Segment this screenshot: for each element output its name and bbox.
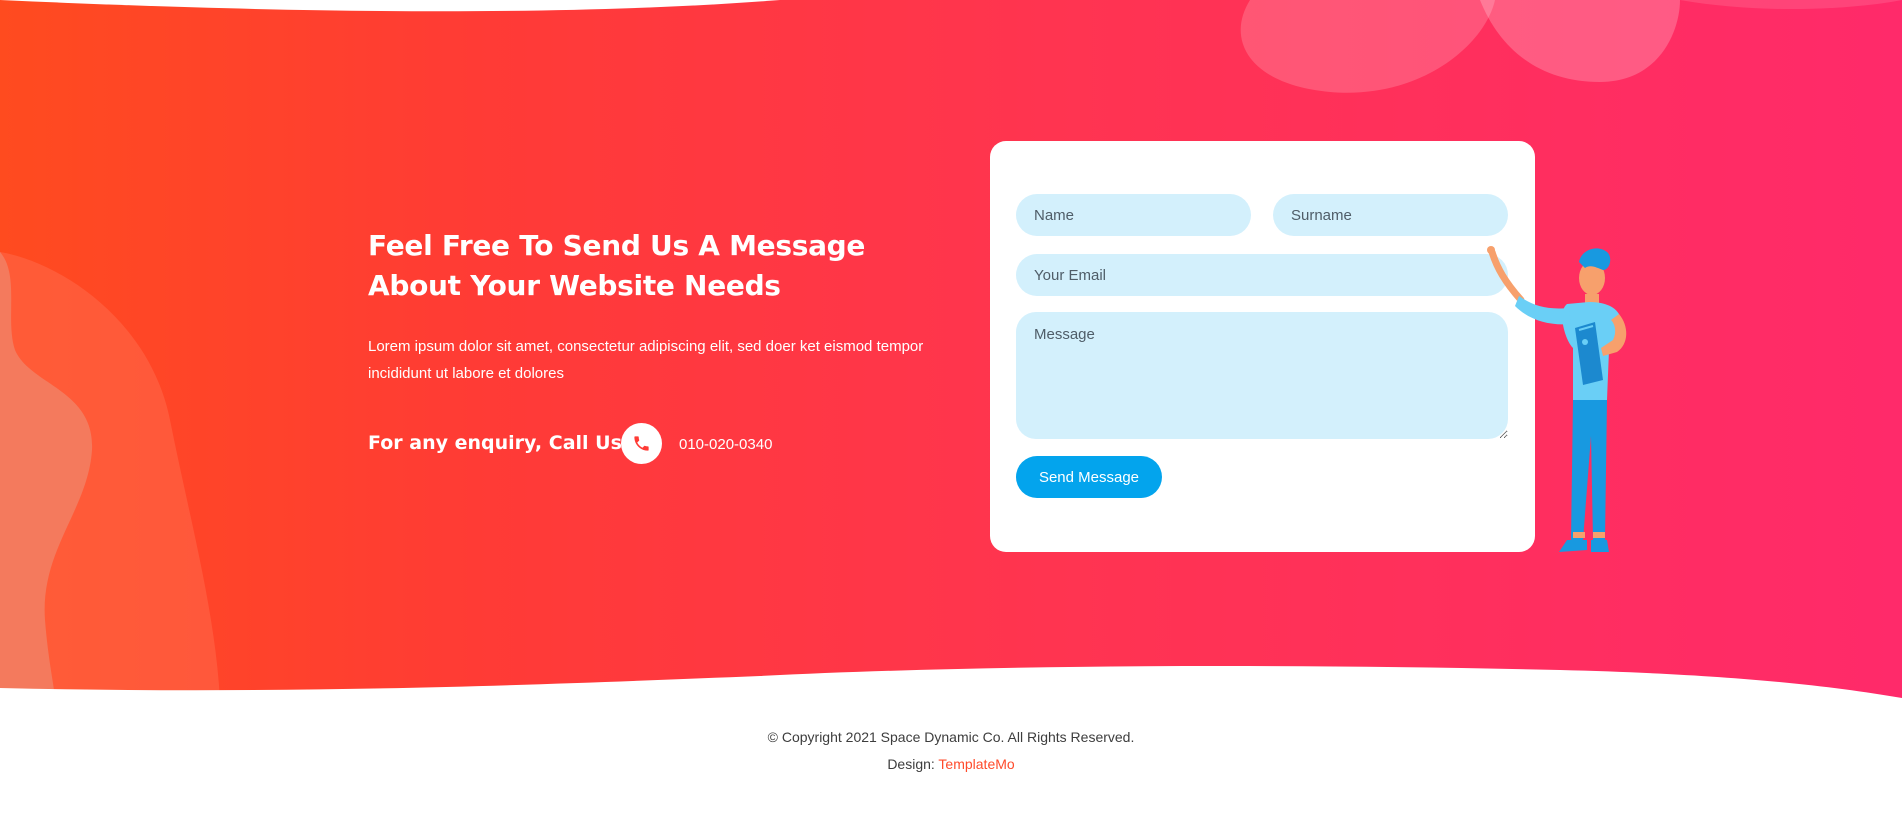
send-message-button[interactable]: Send Message [1016, 456, 1162, 498]
footer: © Copyright 2021 Space Dynamic Co. All R… [0, 700, 1902, 815]
section-description: Lorem ipsum dolor sit amet, consectetur … [368, 338, 924, 382]
section-heading: Feel Free To Send Us A Message About You… [368, 229, 866, 302]
person-illustration [1487, 246, 1627, 552]
message-textarea[interactable] [1016, 312, 1508, 439]
phone-icon [621, 423, 662, 464]
phone-number[interactable]: 010-020-0340 [679, 436, 772, 454]
surname-input[interactable] [1273, 194, 1508, 236]
name-input[interactable] [1016, 194, 1251, 236]
design-credit-label: Design: [887, 756, 935, 772]
phone-glyph [634, 436, 649, 451]
contact-section: Feel Free To Send Us A Message About You… [0, 0, 1902, 700]
copyright-text: © Copyright 2021 Space Dynamic Co. All R… [767, 729, 1135, 745]
email-input[interactable] [1016, 254, 1508, 296]
design-credit: Design: TemplateMo [0, 755, 1902, 773]
templatemo-link[interactable]: TemplateMo [938, 756, 1014, 772]
enquiry-label: For any enquiry, Call Us: [368, 432, 630, 454]
page: Feel Free To Send Us A Message About You… [0, 0, 1902, 815]
contact-form: Send Message [990, 141, 1535, 552]
